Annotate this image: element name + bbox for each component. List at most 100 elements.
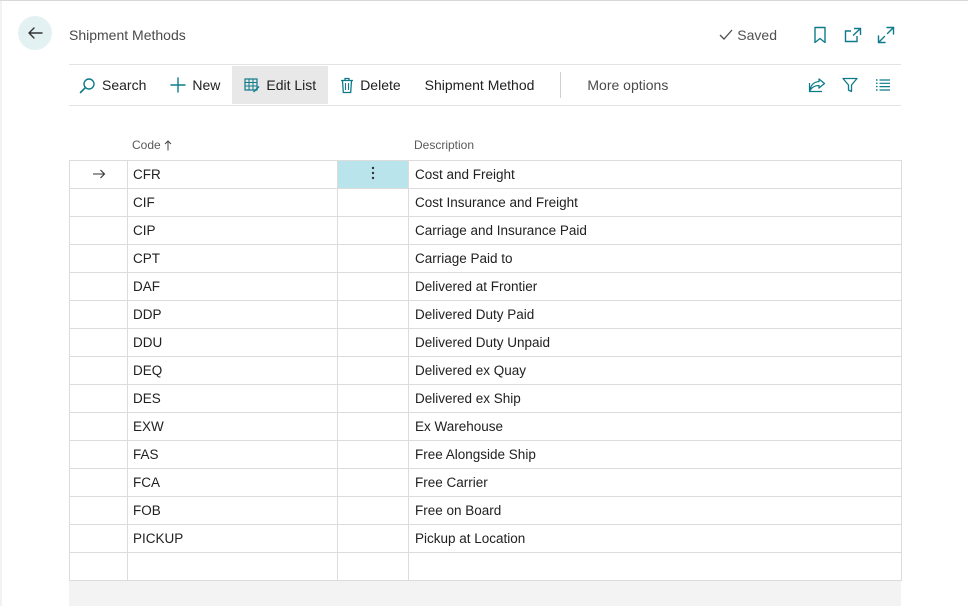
- description-cell[interactable]: Cost Insurance and Freight: [408, 188, 902, 217]
- shipment-method-button[interactable]: Shipment Method: [413, 66, 547, 104]
- edit-list-label: Edit List: [266, 77, 317, 93]
- description-cell[interactable]: Delivered Duty Unpaid: [408, 328, 902, 357]
- row-menu-cell[interactable]: [337, 300, 409, 329]
- code-cell[interactable]: DAF: [127, 272, 338, 301]
- table-row[interactable]: DDU Delivered Duty Unpaid: [69, 328, 902, 357]
- row-menu-cell[interactable]: [337, 272, 409, 301]
- row-indicator-cell[interactable]: [69, 328, 128, 357]
- row-indicator-cell[interactable]: [69, 440, 128, 469]
- description-cell[interactable]: Delivered ex Ship: [408, 384, 902, 413]
- description-cell[interactable]: Cost and Freight: [408, 160, 902, 189]
- row-menu-cell[interactable]: [337, 524, 409, 553]
- row-indicator-cell[interactable]: [69, 384, 128, 413]
- list-view-button[interactable]: [871, 73, 895, 97]
- table-row[interactable]: DES Delivered ex Ship: [69, 384, 902, 413]
- code-cell[interactable]: CIP: [127, 216, 338, 245]
- table-row[interactable]: FAS Free Alongside Ship: [69, 440, 902, 469]
- back-arrow-icon: [28, 27, 43, 39]
- row-indicator-cell[interactable]: [69, 188, 128, 217]
- expand-button[interactable]: [874, 23, 898, 47]
- table-row[interactable]: FCA Free Carrier: [69, 468, 902, 497]
- new-button[interactable]: New: [158, 66, 232, 104]
- description-cell[interactable]: Free on Board: [408, 496, 902, 525]
- row-menu-cell[interactable]: [337, 384, 409, 413]
- saved-status: Saved: [719, 27, 777, 43]
- row-indicator-cell[interactable]: [69, 524, 128, 553]
- row-menu-cell[interactable]: [337, 468, 409, 497]
- row-menu-cell[interactable]: [337, 412, 409, 441]
- code-cell[interactable]: CIF: [127, 188, 338, 217]
- row-menu-cell[interactable]: [337, 188, 409, 217]
- search-icon: [79, 77, 95, 93]
- filter-button[interactable]: [838, 73, 862, 97]
- shipment-methods-grid: CFR Cost and Freight CIF Cost Insurance and…: [69, 160, 902, 581]
- code-cell[interactable]: FCA: [127, 468, 338, 497]
- table-row[interactable]: DAF Delivered at Frontier: [69, 272, 902, 301]
- row-menu-cell[interactable]: [337, 328, 409, 357]
- column-header-code[interactable]: Code: [132, 138, 172, 152]
- more-options-button[interactable]: More options: [575, 66, 668, 104]
- code-cell[interactable]: DDP: [127, 300, 338, 329]
- description-cell[interactable]: Ex Warehouse: [408, 412, 902, 441]
- code-cell[interactable]: CFR: [127, 160, 338, 189]
- column-header-description[interactable]: Description: [414, 138, 474, 152]
- code-cell[interactable]: [127, 552, 338, 581]
- code-cell[interactable]: EXW: [127, 412, 338, 441]
- row-menu-cell[interactable]: [337, 552, 409, 581]
- description-cell[interactable]: Delivered ex Quay: [408, 356, 902, 385]
- row-indicator-cell[interactable]: [69, 272, 128, 301]
- code-cell[interactable]: DEQ: [127, 356, 338, 385]
- row-menu-cell[interactable]: [337, 440, 409, 469]
- row-indicator-cell[interactable]: [69, 216, 128, 245]
- search-label: Search: [102, 77, 147, 93]
- code-cell[interactable]: FOB: [127, 496, 338, 525]
- open-new-window-button[interactable]: [841, 23, 865, 47]
- expand-icon: [877, 26, 895, 44]
- table-row[interactable]: CIF Cost Insurance and Freight: [69, 188, 902, 217]
- table-row[interactable]: [69, 552, 902, 581]
- row-indicator-cell[interactable]: [69, 412, 128, 441]
- row-indicator-cell[interactable]: [69, 552, 128, 581]
- description-cell[interactable]: Pickup at Location: [408, 524, 902, 553]
- description-cell[interactable]: Free Carrier: [408, 468, 902, 497]
- code-cell[interactable]: CPT: [127, 244, 338, 273]
- code-cell[interactable]: DES: [127, 384, 338, 413]
- back-button[interactable]: [18, 16, 52, 50]
- column-header-code-label: Code: [132, 138, 161, 152]
- description-cell[interactable]: Delivered at Frontier: [408, 272, 902, 301]
- description-cell[interactable]: [408, 552, 902, 581]
- row-menu-cell[interactable]: [337, 356, 409, 385]
- row-menu-cell[interactable]: [337, 496, 409, 525]
- table-row[interactable]: PICKUP Pickup at Location: [69, 524, 902, 553]
- delete-button[interactable]: Delete: [328, 66, 412, 104]
- code-cell[interactable]: PICKUP: [127, 524, 338, 553]
- description-cell[interactable]: Carriage Paid to: [408, 244, 902, 273]
- row-menu-cell[interactable]: [337, 244, 409, 273]
- description-cell[interactable]: Delivered Duty Paid: [408, 300, 902, 329]
- table-row[interactable]: EXW Ex Warehouse: [69, 412, 902, 441]
- table-row[interactable]: CFR Cost and Freight: [69, 160, 902, 189]
- description-cell[interactable]: Carriage and Insurance Paid: [408, 216, 902, 245]
- table-row[interactable]: DEQ Delivered ex Quay: [69, 356, 902, 385]
- row-indicator-cell[interactable]: [69, 468, 128, 497]
- action-bar-right-tools: [796, 73, 901, 97]
- search-button[interactable]: Search: [69, 66, 158, 104]
- share-button[interactable]: [805, 73, 829, 97]
- table-row[interactable]: CIP Carriage and Insurance Paid: [69, 216, 902, 245]
- description-cell[interactable]: Free Alongside Ship: [408, 440, 902, 469]
- row-indicator-cell[interactable]: [69, 496, 128, 525]
- edit-list-button[interactable]: Edit List: [232, 66, 329, 104]
- bookmark-button[interactable]: [808, 23, 832, 47]
- row-indicator-cell[interactable]: [69, 244, 128, 273]
- row-indicator-cell[interactable]: [69, 160, 128, 189]
- row-indicator-cell[interactable]: [69, 356, 128, 385]
- row-menu-cell[interactable]: [337, 216, 409, 245]
- table-row[interactable]: DDP Delivered Duty Paid: [69, 300, 902, 329]
- table-row[interactable]: FOB Free on Board: [69, 496, 902, 525]
- edit-list-icon: [244, 78, 260, 93]
- row-menu-cell[interactable]: [337, 160, 409, 189]
- table-row[interactable]: CPT Carriage Paid to: [69, 244, 902, 273]
- code-cell[interactable]: DDU: [127, 328, 338, 357]
- row-indicator-cell[interactable]: [69, 300, 128, 329]
- code-cell[interactable]: FAS: [127, 440, 338, 469]
